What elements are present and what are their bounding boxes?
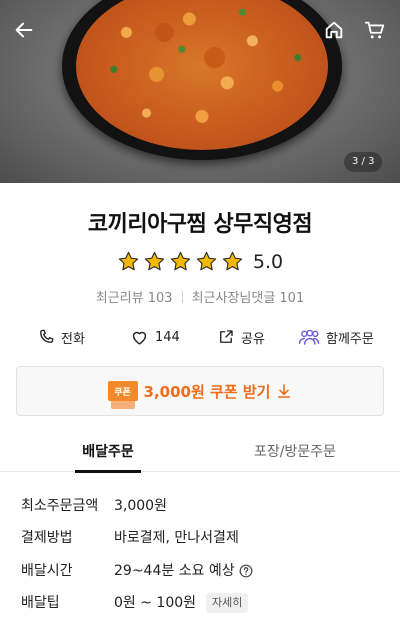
question-circle-icon[interactable]: [239, 564, 253, 578]
back-arrow-icon: [15, 22, 33, 38]
recent-reviews-link[interactable]: 최근리뷰 103: [96, 287, 173, 306]
share-icon: [220, 330, 233, 343]
group-order-label: 함께주문: [326, 331, 374, 347]
delivery-tip-row: 배달팁 0원 ~ 100원 자세히: [21, 593, 381, 613]
store-actions: 전화 144 공유 함께주문: [0, 326, 400, 348]
star-icon: [144, 251, 165, 271]
cart-button[interactable]: [361, 16, 389, 44]
review-counts: 최근리뷰 103 최근사장님댓글 101: [0, 287, 400, 306]
payment-row: 결제방법 바로결제, 만나서결제: [21, 528, 381, 548]
delivery-time-row: 배달시간 29~44분 소요 예상: [21, 561, 381, 581]
delivery-time-estimate: 29~44분 소요 예상: [114, 563, 235, 579]
tab-pickup[interactable]: 포장/방문주문: [240, 432, 350, 472]
delivery-time-label: 배달시간: [21, 563, 73, 579]
coupon-download-button[interactable]: 쿠폰 3,000원 쿠폰 받기: [16, 366, 384, 416]
download-arrow-icon: [278, 384, 291, 398]
call-button[interactable]: 전화: [37, 326, 85, 348]
star-icon: [118, 251, 139, 271]
tab-delivery[interactable]: 배달주문: [75, 432, 141, 472]
divider: [181, 290, 183, 303]
star-icon: [170, 251, 191, 271]
share-label: 공유: [241, 331, 265, 347]
payment-label: 결제방법: [21, 530, 73, 546]
home-icon: [325, 21, 343, 39]
payment-value: 바로결제, 만나서결제: [114, 528, 239, 548]
like-count: 144: [155, 329, 180, 345]
coupon-text: 3,000원 쿠폰 받기: [143, 382, 271, 401]
people-icon: [298, 329, 320, 345]
star-icon: [222, 251, 243, 271]
delivery-tip-value: 0원 ~ 100원 자세히: [114, 593, 249, 613]
order-type-tabs: 배달주문 포장/방문주문: [0, 432, 400, 473]
owner-replies-link[interactable]: 최근사장님댓글 101: [192, 287, 305, 306]
cart-icon: [364, 21, 385, 39]
star-icon: [196, 251, 217, 271]
back-button[interactable]: [10, 16, 38, 44]
delivery-tip-detail-button[interactable]: 자세히: [206, 593, 249, 613]
store-name: 코끼리아구찜 상무직영점: [87, 212, 313, 237]
min-order-label: 최소주문금액: [21, 498, 99, 514]
store-page: 3 / 3 코끼리아구찜 상무직영점 5.0 최근리뷰 103 최근사장님댓글 …: [0, 0, 400, 627]
coupon-icon: 쿠폰: [107, 381, 138, 409]
share-button[interactable]: 공유: [217, 326, 265, 348]
delivery-tip-range: 0원 ~ 100원: [114, 595, 197, 611]
heart-icon: [132, 331, 147, 345]
min-order-row: 최소주문금액 3,000원: [21, 496, 381, 516]
delivery-time-value: 29~44분 소요 예상: [114, 561, 253, 581]
group-order-button[interactable]: 함께주문: [298, 326, 374, 348]
image-counter: 3 / 3: [344, 152, 383, 172]
home-button[interactable]: [320, 16, 348, 44]
active-tab-indicator: [75, 470, 141, 473]
min-order-amount: 3,000원: [114, 498, 167, 514]
min-order-value: 3,000원: [114, 496, 167, 516]
coupon-badge-label: 쿠폰: [114, 387, 131, 398]
rating-stars: [117, 250, 244, 273]
call-label: 전화: [61, 331, 85, 347]
like-button[interactable]: 144: [130, 326, 180, 348]
payment-methods: 바로결제, 만나서결제: [114, 530, 239, 546]
rating-value: 5.0: [252, 250, 284, 273]
delivery-tip-label: 배달팁: [21, 595, 60, 611]
rating-row: 5.0: [0, 250, 400, 273]
phone-icon: [40, 329, 54, 343]
store-hero-image[interactable]: 3 / 3: [0, 0, 400, 183]
